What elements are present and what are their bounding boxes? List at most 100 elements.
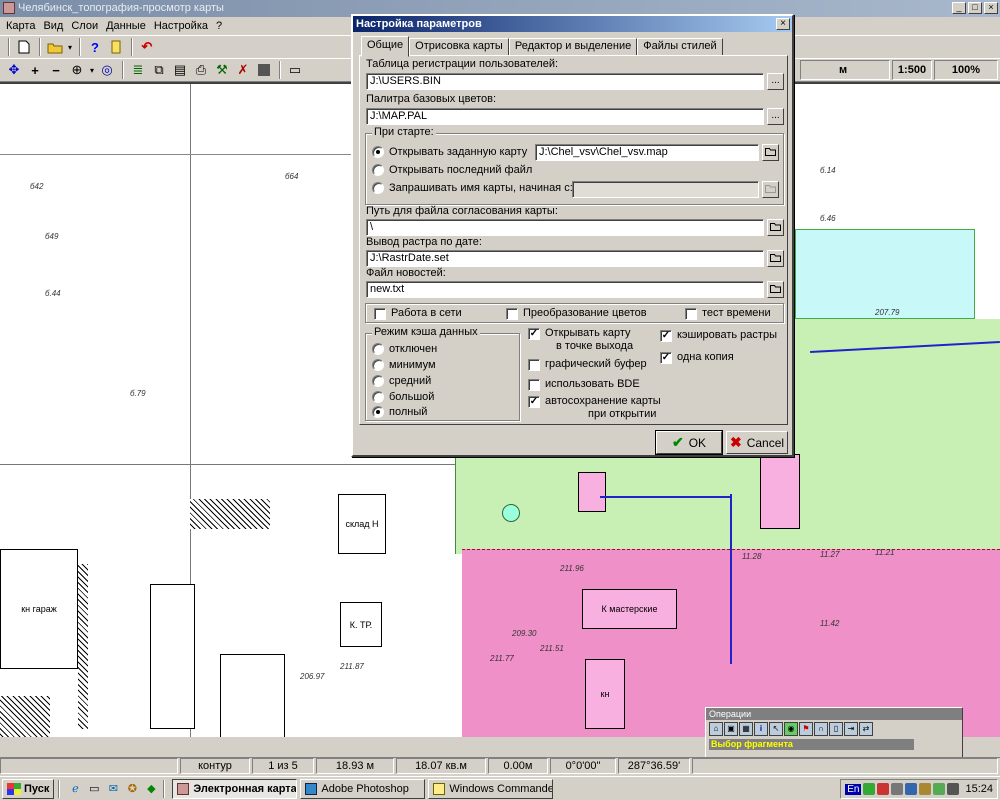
startup-ask-path-field[interactable]: [572, 181, 759, 198]
chevron-down-icon[interactable]: ▾: [66, 37, 74, 57]
cache-mid-radio[interactable]: средний: [372, 375, 431, 387]
copy-icon[interactable]: ⧉: [149, 60, 169, 80]
task-photoshop[interactable]: Adobe Photoshop: [300, 778, 426, 799]
zoom-out-icon[interactable]: −: [46, 60, 66, 80]
select-tool-icon[interactable]: ◎: [97, 60, 117, 80]
app-quicklaunch-icon[interactable]: ✪: [124, 781, 140, 797]
clock[interactable]: 15:24: [965, 783, 993, 795]
tools-icon[interactable]: ✗: [233, 60, 253, 80]
tab-editor-selection[interactable]: Редактор и выделение: [508, 38, 638, 56]
folder-browse-icon[interactable]: [767, 250, 784, 267]
palette-browse-button[interactable]: ...: [767, 108, 784, 125]
single-copy-checkbox[interactable]: ✓ одна копия: [660, 351, 734, 364]
maximize-button[interactable]: □: [968, 2, 982, 14]
autosave-checkbox[interactable]: ✓ автосохранение карты при открытии: [528, 395, 661, 421]
cache-full-radio[interactable]: полный: [372, 406, 427, 418]
close-window-button[interactable]: ×: [984, 2, 998, 14]
swap-icon[interactable]: ⇄: [859, 722, 873, 736]
house-icon[interactable]: ⌂: [709, 722, 723, 736]
open-folder-icon[interactable]: [45, 37, 65, 57]
registry-browse-button[interactable]: ...: [767, 73, 784, 90]
operations-title[interactable]: Операции: [706, 708, 962, 720]
app-tray-icon[interactable]: [919, 783, 932, 795]
fill-icon[interactable]: [254, 60, 274, 80]
pan-icon[interactable]: ✥: [4, 60, 24, 80]
ruler-icon[interactable]: ⇥: [844, 722, 858, 736]
folder-browse-icon[interactable]: [767, 281, 784, 298]
table-icon[interactable]: ▦: [739, 722, 753, 736]
startup-open-map-radio[interactable]: Открывать заданную карту: [372, 146, 527, 158]
folder-browse-icon[interactable]: [762, 181, 779, 198]
ok-button[interactable]: ✔ OK: [655, 430, 723, 455]
zoom-in-icon[interactable]: +: [25, 60, 45, 80]
cache-min-radio[interactable]: минимум: [372, 359, 436, 371]
menu-layers[interactable]: Слои: [67, 20, 102, 32]
startup-last-file-radio[interactable]: Открывать последний файл: [372, 164, 532, 176]
zoom-field[interactable]: 100%: [934, 60, 998, 80]
explorer-quicklaunch-icon[interactable]: ℯ: [67, 781, 83, 797]
menu-view[interactable]: Вид: [39, 20, 67, 32]
new-file-icon[interactable]: [14, 37, 34, 57]
stamp-icon[interactable]: ▣: [724, 722, 738, 736]
cache-off-radio[interactable]: отключен: [372, 343, 437, 355]
undo-icon[interactable]: ↶: [137, 37, 157, 57]
tab-style-files[interactable]: Файлы стилей: [637, 38, 723, 56]
color-conversion-checkbox[interactable]: Преобразование цветов: [506, 307, 647, 320]
flag-icon[interactable]: ⚑: [799, 722, 813, 736]
startup-map-path-field[interactable]: J:\Chel_vsv\Chel_vsv.map: [535, 144, 759, 161]
folder-browse-icon[interactable]: [762, 144, 779, 161]
registry-field[interactable]: J:\USERS.BIN: [366, 73, 764, 90]
document-icon[interactable]: ▤: [170, 60, 190, 80]
language-indicator[interactable]: En: [845, 783, 862, 795]
cache-rasters-checkbox[interactable]: ✓ кэшировать растры: [660, 329, 777, 342]
globe-icon[interactable]: ◉: [784, 722, 798, 736]
agreement-field[interactable]: \: [366, 219, 764, 236]
volume-tray-icon[interactable]: [891, 783, 904, 795]
page-icon[interactable]: ▯: [829, 722, 843, 736]
zoom-window-icon[interactable]: ⊕: [67, 60, 87, 80]
dialog-titlebar[interactable]: Настройка параметров ×: [353, 16, 792, 32]
notes-icon[interactable]: [106, 37, 126, 57]
help-icon[interactable]: ?: [85, 37, 105, 57]
time-test-checkbox[interactable]: тест времени: [685, 307, 771, 320]
pointer-icon[interactable]: ↖: [769, 722, 783, 736]
palette-field[interactable]: J:\MAP.PAL: [366, 108, 764, 125]
desktop-quicklaunch-icon[interactable]: ▭: [86, 781, 102, 797]
task-windows-commander[interactable]: Windows Commander 4....: [428, 778, 554, 799]
monitor-tray-icon[interactable]: [905, 783, 918, 795]
menu-data[interactable]: Данные: [102, 20, 150, 32]
app2-tray-icon[interactable]: [933, 783, 946, 795]
task-electronic-map[interactable]: Электронная карта: [172, 778, 298, 799]
menu-help[interactable]: ?: [212, 20, 226, 32]
folder-browse-icon[interactable]: [767, 219, 784, 236]
open-at-exit-checkbox[interactable]: ✓ Открывать карту в точке выхода: [528, 327, 633, 353]
info-icon[interactable]: i: [754, 722, 768, 736]
use-bde-checkbox[interactable]: использовать BDE: [528, 378, 640, 391]
app2-quicklaunch-icon[interactable]: ◆: [143, 781, 159, 797]
start-button[interactable]: Пуск: [2, 778, 55, 799]
minimize-button[interactable]: _: [952, 2, 966, 14]
menu-settings[interactable]: Настройка: [150, 20, 212, 32]
antivirus-tray-icon[interactable]: [877, 783, 890, 795]
menu-map[interactable]: Карта: [2, 20, 39, 32]
news-field[interactable]: new.txt: [366, 281, 764, 298]
scale-field[interactable]: 1:500: [892, 60, 932, 80]
startup-ask-radio[interactable]: Запрашивать имя карты, начиная с:: [372, 182, 573, 194]
raster-field[interactable]: J:\RastrDate.set: [366, 250, 764, 267]
network-tray-icon[interactable]: [863, 783, 876, 795]
outlook-quicklaunch-icon[interactable]: ✉: [105, 781, 121, 797]
tab-general[interactable]: Общие: [361, 36, 410, 57]
printer-tray-icon[interactable]: [947, 783, 960, 795]
magnet-icon[interactable]: ∩: [814, 722, 828, 736]
tab-map-rendering[interactable]: Отрисовка карты: [409, 38, 509, 56]
layers-icon[interactable]: ≣: [128, 60, 148, 80]
chevron-down-icon[interactable]: ▾: [88, 60, 96, 80]
cancel-button[interactable]: ✖ Cancel: [726, 431, 788, 454]
graphic-buffer-checkbox[interactable]: графический буфер: [528, 358, 647, 371]
print-icon[interactable]: ⎙: [191, 60, 211, 80]
dialog-close-button[interactable]: ×: [776, 18, 790, 30]
cache-big-radio[interactable]: большой: [372, 391, 434, 403]
wrench-icon[interactable]: ⚒: [212, 60, 232, 80]
network-checkbox[interactable]: Работа в сети: [374, 307, 462, 320]
monitor-icon[interactable]: ▭: [285, 60, 305, 80]
